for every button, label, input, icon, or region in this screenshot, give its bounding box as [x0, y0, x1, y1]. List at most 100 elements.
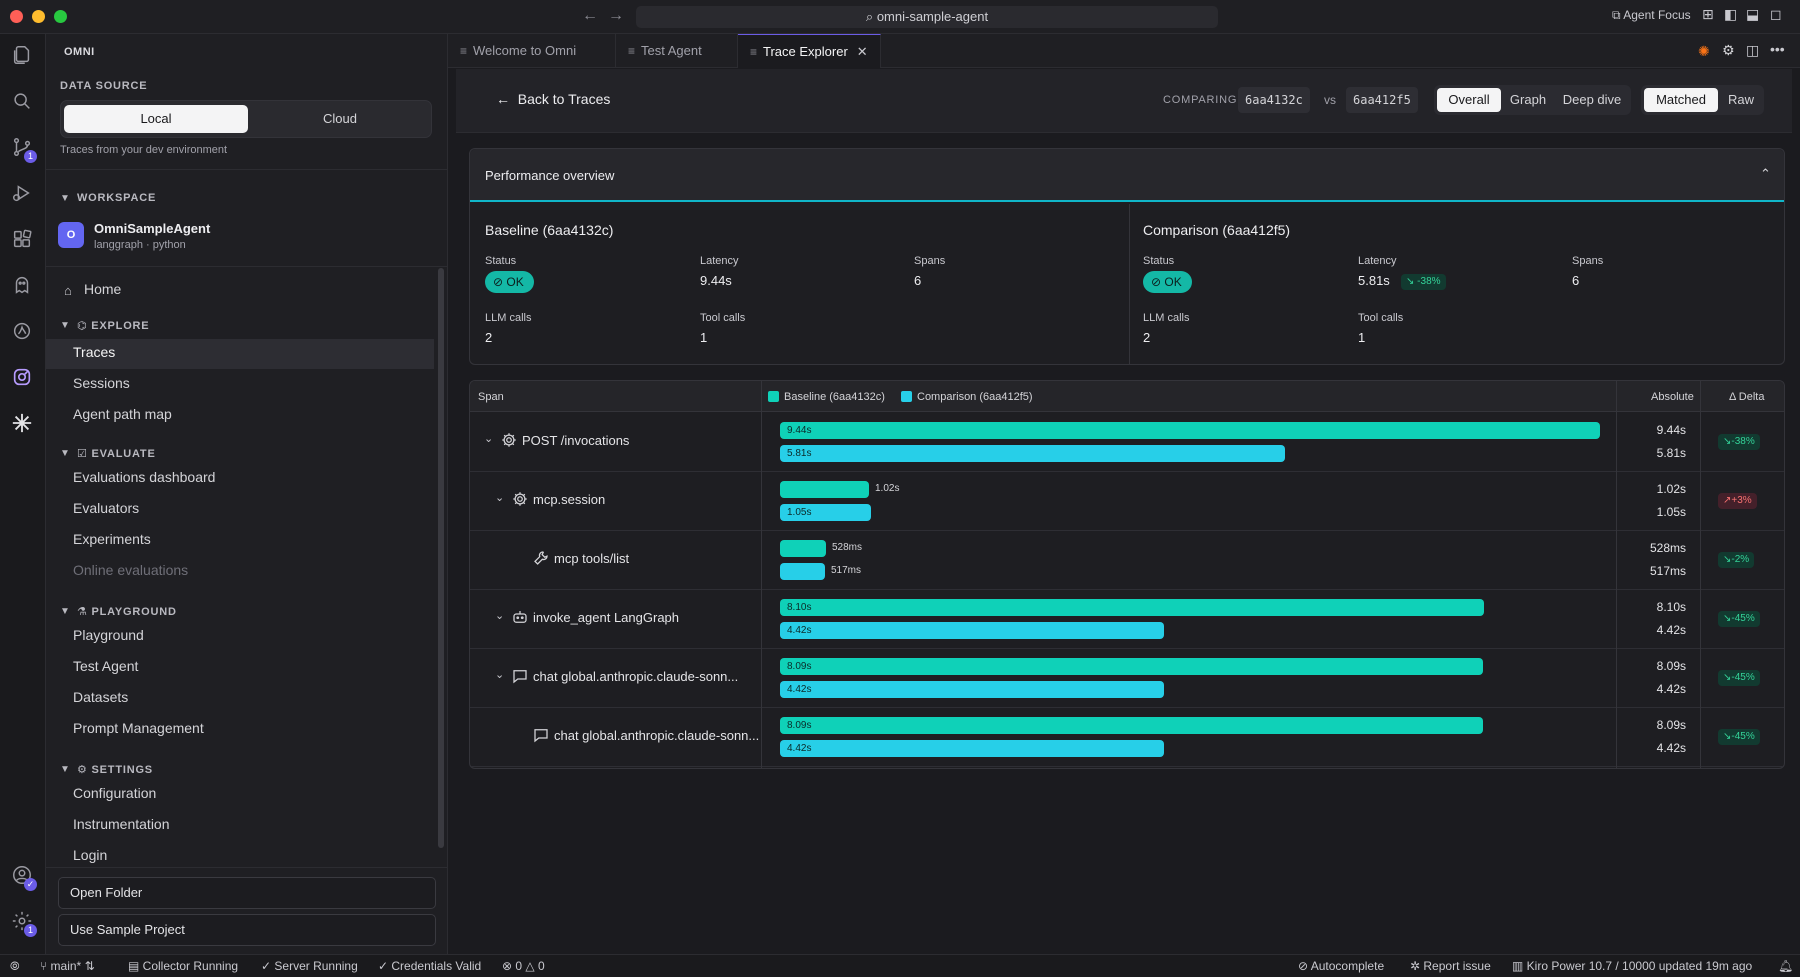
sparkle-icon[interactable]	[11, 412, 35, 436]
open-folder-button[interactable]: Open Folder	[58, 877, 436, 909]
sidebar-item-evaluators[interactable]: Evaluators	[73, 500, 139, 516]
sidebar-scrollbar[interactable]	[438, 268, 444, 848]
local-source-button[interactable]: Local	[64, 105, 248, 133]
chevron-down-icon[interactable]: ▼	[60, 448, 70, 459]
minimize-window-button[interactable]	[32, 10, 45, 23]
use-sample-project-button[interactable]: Use Sample Project	[58, 914, 436, 946]
toggle-panel-icon[interactable]: ⬓	[1746, 6, 1759, 23]
performance-overview-header[interactable]: Performance overview ⌃	[470, 149, 1784, 202]
kiro-spark-icon[interactable]: ✺	[1698, 43, 1710, 60]
branch-indicator[interactable]: ⑂ main* ⇅	[40, 959, 95, 973]
report-issue-button[interactable]: ✲ Report issue	[1410, 959, 1491, 973]
sidebar-item-traces[interactable]: Traces	[73, 344, 115, 360]
command-search[interactable]: ⌕ omni-sample-agent	[636, 6, 1218, 28]
toggle-sidebar-icon[interactable]: ◧	[1724, 6, 1737, 23]
mode-matched-button[interactable]: Matched	[1644, 88, 1718, 112]
forward-arrow-icon[interactable]: →	[608, 7, 624, 25]
baseline-duration-bar[interactable]: 8.09s	[780, 717, 1483, 734]
chevron-up-icon[interactable]: ⌃	[1760, 166, 1771, 182]
table-row[interactable]: ⌄ chat global.anthropic.claude-sonn... 8.0…	[470, 649, 1784, 708]
comparison-duration-bar[interactable]: 5.81s	[780, 445, 1285, 462]
baseline-duration-bar[interactable]	[780, 540, 826, 557]
workspace-label[interactable]: WORKSPACE	[77, 192, 156, 204]
chevron-down-icon[interactable]: ⌄	[495, 491, 504, 504]
ghost-icon[interactable]	[11, 274, 35, 298]
comparison-duration-bar[interactable]: 4.42s	[780, 681, 1164, 698]
sidebar-item-instrumentation[interactable]: Instrumentation	[73, 816, 170, 832]
source-control-icon[interactable]: 1	[11, 136, 37, 163]
server-status[interactable]: ✓ Server Running	[261, 959, 358, 973]
agent-focus-button[interactable]: ⧉ Agent Focus	[1612, 8, 1691, 23]
kiro-power-status[interactable]: ▥ Kiro Power 10.7 / 10000 updated 19m ag…	[1512, 959, 1752, 973]
sidebar-item-test-agent[interactable]: Test Agent	[73, 658, 138, 674]
autocomplete-status[interactable]: ⊘ Autocomplete	[1298, 959, 1384, 973]
table-row[interactable]: ⌄ mcp.session 1.02s 1.05s 1.02s 1.05s ↗+3%	[470, 472, 1784, 531]
sidebar-item-sessions[interactable]: Sessions	[73, 375, 130, 391]
settings-gear-icon[interactable]: 1	[11, 910, 37, 937]
sidebar-item-playground[interactable]: Playground	[73, 627, 144, 643]
evaluate-section-header[interactable]: ☑ EVALUATE	[77, 447, 156, 460]
comparison-duration-bar[interactable]: 4.42s	[780, 740, 1164, 757]
baseline-duration-bar[interactable]: 8.10s	[780, 599, 1484, 616]
back-to-traces-button[interactable]: ← Back to Traces	[496, 91, 610, 107]
comparison-duration-bar[interactable]: 1.05s	[780, 504, 871, 521]
comparison-duration-bar[interactable]: 4.42s	[780, 622, 1164, 639]
sidebar-item-prompt-management[interactable]: Prompt Management	[73, 720, 204, 736]
view-deep-dive-button[interactable]: Deep dive	[1555, 88, 1629, 112]
openai-icon[interactable]: ⚙	[1722, 42, 1735, 59]
more-actions-icon[interactable]: •••	[1770, 41, 1785, 57]
explore-section-header[interactable]: ⌬ EXPLORE	[77, 319, 149, 332]
sidebar-item-home[interactable]: Home	[84, 281, 121, 297]
sidebar-item-evaluations-dashboard[interactable]: Evaluations dashboard	[73, 469, 215, 485]
maximize-window-button[interactable]	[54, 10, 67, 23]
chevron-down-icon[interactable]: ⌄	[495, 609, 504, 622]
chevron-down-icon[interactable]: ⌄	[484, 432, 493, 445]
view-overall-button[interactable]: Overall	[1437, 88, 1501, 112]
back-arrow-icon[interactable]: ←	[582, 7, 598, 25]
chevron-down-icon[interactable]: ▼	[60, 764, 70, 775]
chevron-down-icon[interactable]: ▼	[60, 606, 70, 617]
sidebar-item-agent-path-map[interactable]: Agent path map	[73, 406, 172, 422]
explorer-icon[interactable]	[11, 44, 35, 68]
tab-welcome[interactable]: ≡ Welcome to Omni	[448, 34, 616, 68]
table-row[interactable]: chat global.anthropic.claude-sonn... 8.09…	[470, 708, 1784, 767]
close-window-button[interactable]	[10, 10, 23, 23]
search-icon[interactable]	[11, 90, 35, 114]
comparison-duration-bar[interactable]	[780, 563, 825, 580]
baseline-duration-bar[interactable]: 9.44s	[780, 422, 1600, 439]
close-icon[interactable]: ✕	[857, 44, 868, 59]
sidebar-item-configuration[interactable]: Configuration	[73, 785, 156, 801]
view-graph-button[interactable]: Graph	[1501, 88, 1555, 112]
chat-icon[interactable]: ◻	[1770, 6, 1782, 23]
run-debug-icon[interactable]	[11, 182, 35, 206]
chevron-down-icon[interactable]: ▼	[60, 193, 70, 204]
playground-section-header[interactable]: ⚗ PLAYGROUND	[77, 605, 177, 618]
collector-status[interactable]: ▤ Collector Running	[128, 959, 238, 973]
table-row[interactable]: ⌄ POST /invocations 9.44s 5.81s 9.44s 5.81s ↘-…	[470, 413, 1784, 472]
remote-icon[interactable]: ⦾	[10, 959, 20, 974]
tab-trace-explorer[interactable]: ≡ Trace Explorer ✕	[738, 34, 881, 68]
settings-section-header[interactable]: ⚙ SETTINGS	[77, 763, 153, 776]
account-icon[interactable]: ✓	[11, 864, 37, 891]
baseline-duration-bar[interactable]	[780, 481, 869, 498]
sidebar-item-login[interactable]: Login	[73, 847, 107, 863]
table-row[interactable]: mcp tools/list 528ms 517ms 528ms 517ms ↘-2%	[470, 531, 1784, 590]
credentials-status[interactable]: ✓ Credentials Valid	[378, 959, 481, 973]
layout-grid-icon[interactable]: ⊞	[1702, 6, 1714, 23]
bell-icon[interactable]: 🔔︎	[1778, 959, 1793, 973]
split-editor-icon[interactable]: ◫	[1746, 42, 1759, 59]
chevron-down-icon[interactable]: ⌄	[495, 668, 504, 681]
flame-icon[interactable]	[11, 320, 35, 344]
problems-indicator[interactable]: ⊗ 0 △ 0	[502, 959, 545, 973]
tab-test-agent[interactable]: ≡ Test Agent	[616, 34, 738, 68]
sidebar-item-online-evaluations[interactable]: Online evaluations	[73, 562, 188, 578]
omni-icon[interactable]	[6, 362, 38, 394]
baseline-duration-bar[interactable]: 8.09s	[780, 658, 1483, 675]
chevron-down-icon[interactable]: ▼	[60, 320, 70, 331]
table-row[interactable]: ⌄ invoke_agent LangGraph 8.10s 4.42s 8.10s 4.…	[470, 590, 1784, 649]
sidebar-item-datasets[interactable]: Datasets	[73, 689, 128, 705]
cloud-source-button[interactable]: Cloud	[248, 105, 432, 133]
sidebar-item-experiments[interactable]: Experiments	[73, 531, 151, 547]
mode-raw-button[interactable]: Raw	[1720, 88, 1762, 112]
extensions-icon[interactable]	[11, 228, 35, 252]
